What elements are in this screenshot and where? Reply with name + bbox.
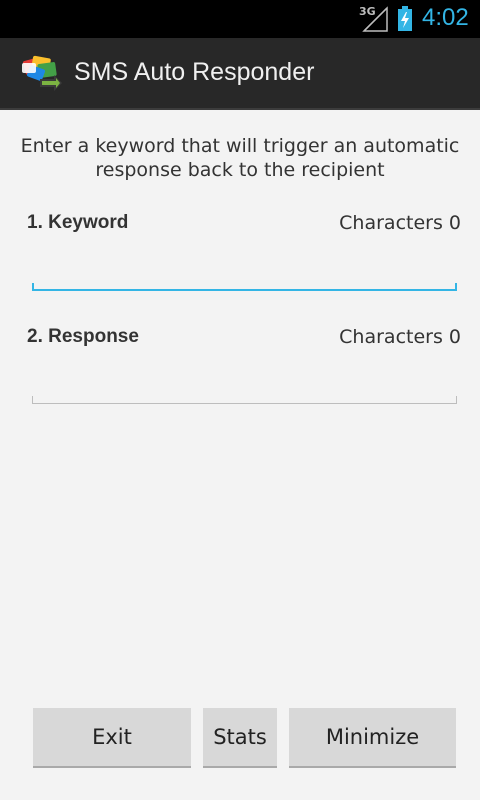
signal-icon <box>362 6 388 32</box>
action-bar: SMS Auto Responder <box>0 38 480 110</box>
keyword-input-underline <box>32 283 457 291</box>
response-input-underline <box>32 396 457 404</box>
stats-button[interactable]: Stats <box>203 708 277 766</box>
keyword-char-count: Characters 0 <box>339 212 461 234</box>
minimize-button[interactable]: Minimize <box>289 708 456 766</box>
exit-button[interactable]: Exit <box>33 708 191 766</box>
keyword-label: 1. Keyword <box>27 212 129 233</box>
keyword-input[interactable] <box>33 252 456 282</box>
response-input[interactable] <box>33 366 456 396</box>
app-title: SMS Auto Responder <box>74 58 315 86</box>
instructions-text: Enter a keyword that will trigger an aut… <box>20 135 460 181</box>
status-bar: 3G 4:02 <box>0 0 480 38</box>
response-label: 2. Response <box>27 326 139 347</box>
app-logo-icon <box>22 55 62 91</box>
battery-charging-icon <box>398 6 412 31</box>
clock: 4:02 <box>422 4 469 31</box>
response-char-count: Characters 0 <box>339 326 461 348</box>
